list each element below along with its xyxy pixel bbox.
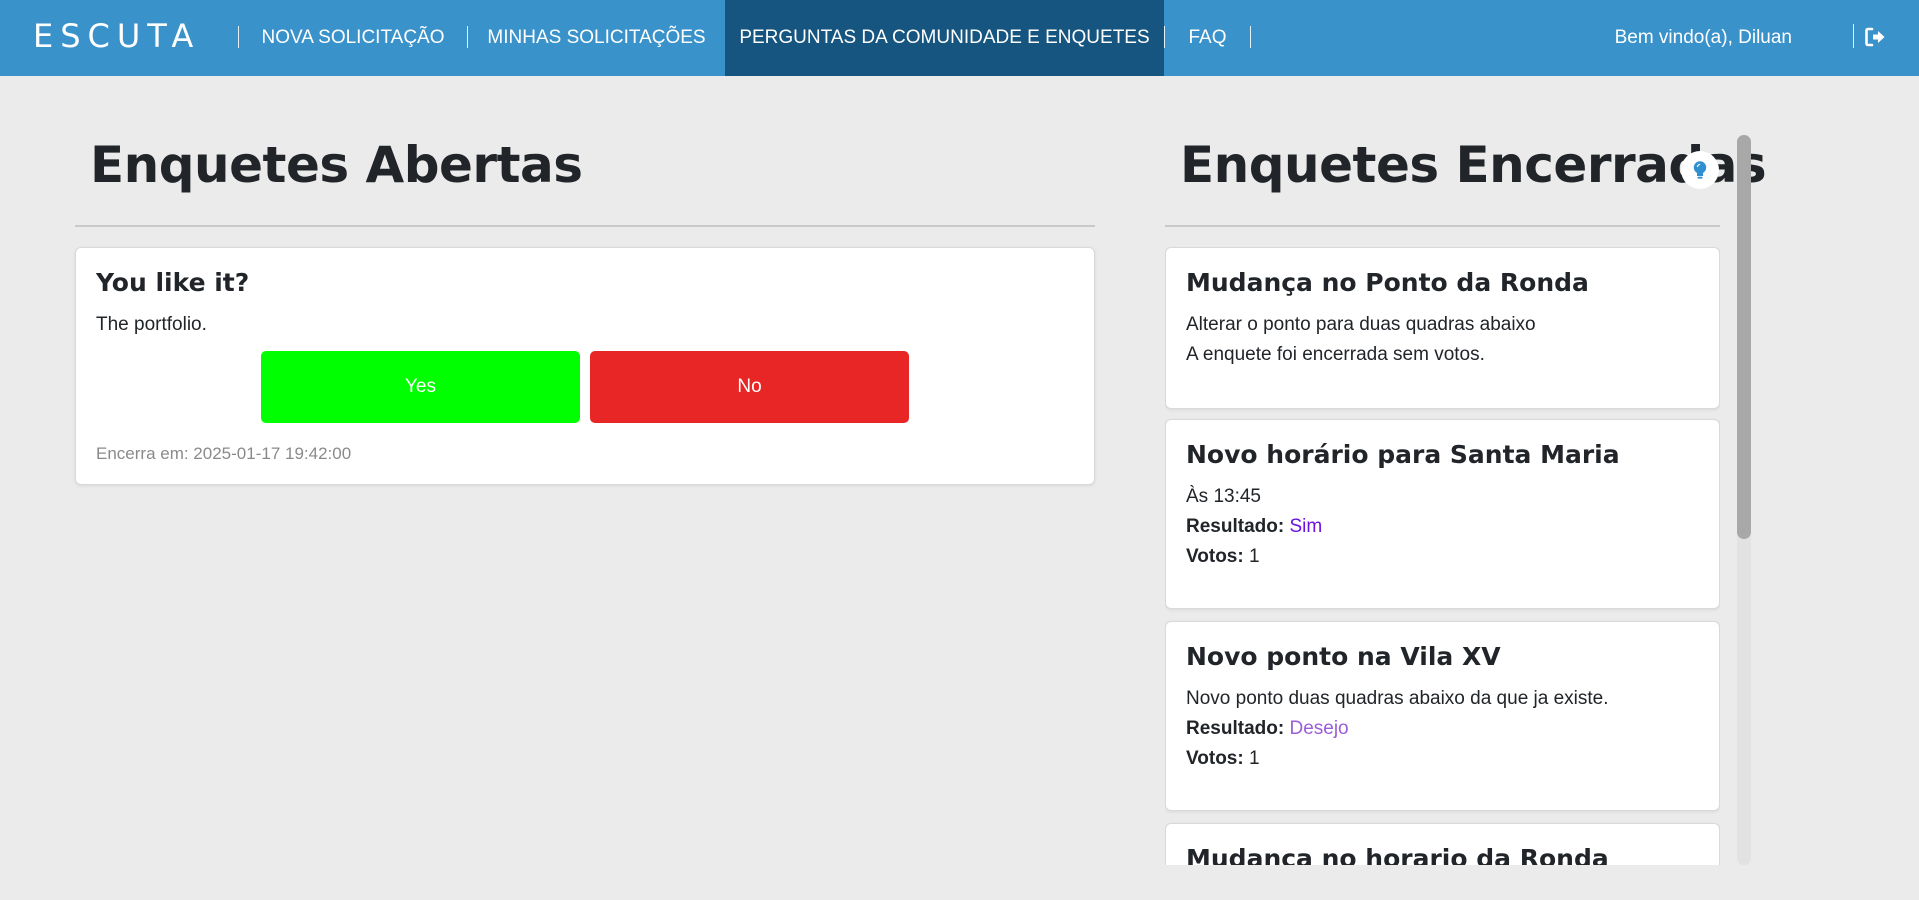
nav-item-minhas-solicitacoes[interactable]: MINHAS SOLICITAÇÕES	[468, 0, 725, 76]
votes-value: 1	[1248, 748, 1260, 769]
poll-end-date: Encerra em: 2025-01-17 19:42:00	[96, 444, 352, 463]
logout-icon[interactable]	[1863, 25, 1887, 49]
poll-title: Mudança no horario da Ronda	[1186, 844, 1609, 865]
open-polls-title: Enquetes Abertas	[90, 136, 583, 194]
poll-result: Resultado: Sim	[1186, 516, 1322, 538]
result-label: Resultado:	[1186, 516, 1285, 537]
nav-item-nova-solicitacao[interactable]: NOVA SOLICITAÇÃO	[239, 0, 467, 76]
nav-item-perguntas-enquetes[interactable]: PERGUNTAS DA COMUNIDADE E ENQUETES	[725, 0, 1164, 76]
poll-no-votes-note: A enquete foi encerrada sem votos.	[1186, 344, 1485, 365]
closed-poll-card: Mudança no horario da Ronda	[1165, 823, 1720, 865]
nav-separator	[1250, 26, 1251, 48]
poll-result: Resultado: Desejo	[1186, 718, 1349, 740]
nav-item-faq[interactable]: FAQ	[1165, 0, 1250, 76]
closed-poll-card: Novo ponto na Vila XV Novo ponto duas qu…	[1165, 621, 1720, 811]
welcome-user: Bem vindo(a), Diluan	[1614, 27, 1792, 48]
divider	[1165, 225, 1720, 227]
scrollbar-thumb[interactable]	[1737, 135, 1751, 539]
poll-question: You like it?	[96, 268, 250, 297]
poll-votes: Votos: 1	[1186, 546, 1260, 568]
closed-polls-list[interactable]: Mudança no Ponto da Ronda Alterar o pont…	[1165, 247, 1720, 865]
poll-description: Alterar o ponto para duas quadras abaixo	[1186, 314, 1536, 335]
escuta-logo[interactable]: ESCUTA	[33, 20, 200, 52]
result-value: Desejo	[1289, 718, 1349, 739]
vote-no-button[interactable]: No	[590, 351, 909, 423]
poll-title: Mudança no Ponto da Ronda	[1186, 268, 1589, 297]
result-label: Resultado:	[1186, 718, 1285, 739]
votes-label: Votos:	[1186, 748, 1244, 769]
divider	[75, 225, 1095, 227]
poll-description: Às 13:45	[1186, 486, 1261, 507]
nav-separator	[1853, 24, 1854, 48]
poll-votes: Votos: 1	[1186, 748, 1260, 770]
result-value: Sim	[1289, 516, 1323, 537]
open-poll-card: You like it? The portfolio. Yes No Encer…	[75, 247, 1095, 485]
votes-label: Votos:	[1186, 546, 1244, 567]
closed-polls-title: Enquetes Encerradas	[1180, 136, 1767, 194]
poll-description: Novo ponto duas quadras abaixo da que ja…	[1186, 688, 1609, 709]
votes-value: 1	[1248, 546, 1260, 567]
poll-title: Novo horário para Santa Maria	[1186, 440, 1620, 469]
closed-poll-card: Novo horário para Santa Maria Às 13:45 R…	[1165, 419, 1720, 609]
poll-title: Novo ponto na Vila XV	[1186, 642, 1501, 671]
closed-poll-card: Mudança no Ponto da Ronda Alterar o pont…	[1165, 247, 1720, 409]
vote-yes-button[interactable]: Yes	[261, 351, 580, 423]
lightbulb-icon[interactable]	[1681, 151, 1719, 189]
top-navbar: ESCUTA NOVA SOLICITAÇÃO MINHAS SOLICITAÇ…	[0, 0, 1919, 76]
poll-description: The portfolio.	[96, 314, 207, 335]
